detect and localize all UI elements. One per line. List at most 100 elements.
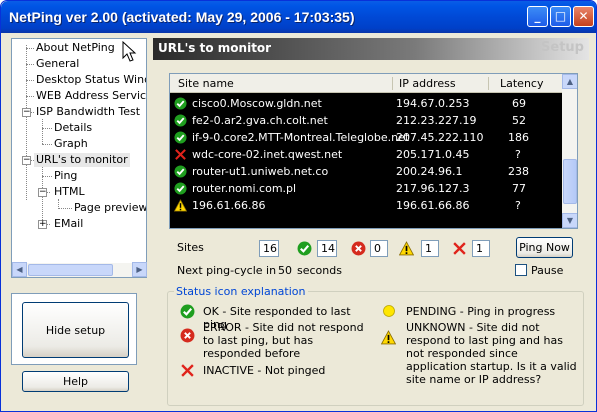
window-title: NetPing ver 2.00 (activated: May 29, 200… xyxy=(9,9,355,25)
panel-setup-label: Setup xyxy=(541,40,584,55)
table-row[interactable]: 196.61.66.86 196.61.66.86 ? xyxy=(170,197,562,214)
legend-unknown-text: UNKNOWN - Site did not respond to last p… xyxy=(406,321,577,386)
site-name: 196.61.66.86 xyxy=(192,199,266,212)
next-ping-value: 50 xyxy=(278,264,292,277)
ping-now-button[interactable]: Ping Now xyxy=(516,237,573,258)
tree-item-urls-to-monitor[interactable]: URL's to monitor xyxy=(34,153,130,167)
scroll-up-icon[interactable]: ▲ xyxy=(562,74,577,89)
sites-count: 16 xyxy=(259,240,279,257)
column-latency[interactable]: Latency xyxy=(500,77,543,90)
error-icon xyxy=(180,328,195,343)
unknown-count: 1 xyxy=(421,240,439,257)
tree-item-ping[interactable]: Ping xyxy=(54,169,77,183)
scroll-down-icon[interactable]: ▼ xyxy=(562,213,577,228)
ok-count: 14 xyxy=(317,240,337,257)
column-site-name[interactable]: Site name xyxy=(178,77,234,90)
ip-address: 196.61.66.86 xyxy=(396,199,470,212)
hide-setup-button[interactable]: Hide setup xyxy=(22,302,129,358)
site-name: router.nomi.com.pl xyxy=(192,182,297,195)
warning-icon xyxy=(399,241,414,256)
next-ping-label: Next ping-cycle in xyxy=(177,264,277,277)
error-count: 0 xyxy=(370,240,388,257)
title-bar[interactable]: NetPing ver 2.00 (activated: May 29, 200… xyxy=(1,1,596,33)
ok-icon xyxy=(174,114,187,127)
latency: 238 xyxy=(508,165,529,178)
ok-icon xyxy=(297,241,312,256)
site-name: cisco0.Moscow.gldn.net xyxy=(192,97,322,110)
tree-item-html[interactable]: HTML xyxy=(54,185,85,199)
site-name: router-ut1.uniweb.net.co xyxy=(192,165,329,178)
help-button[interactable]: Help xyxy=(22,371,129,392)
ip-address: 200.24.96.1 xyxy=(396,165,463,178)
tree-item-web-address[interactable]: WEB Address Service xyxy=(36,89,146,103)
table-row[interactable]: router.nomi.com.pl 217.96.127.3 77 xyxy=(170,180,562,197)
latency: 52 xyxy=(512,114,526,127)
table-row[interactable]: fe2-0.ar2.gva.ch.colt.net 212.23.227.19 … xyxy=(170,112,562,129)
legend-error-text: ERROR - Site did not respond to last pin… xyxy=(203,321,364,360)
latency: 69 xyxy=(512,97,526,110)
tree-item-desktop-status[interactable]: Desktop Status Window xyxy=(36,73,146,87)
warning-icon xyxy=(381,330,396,345)
tree-collapse-toggle[interactable]: − xyxy=(22,156,31,165)
inactive-x-icon xyxy=(175,149,186,160)
panel-title: URL's to monitor xyxy=(158,41,272,55)
ok-icon xyxy=(174,165,187,178)
ip-address: 217.96.127.3 xyxy=(396,182,470,195)
pending-icon xyxy=(383,305,395,317)
latency: ? xyxy=(515,148,521,161)
ok-icon xyxy=(180,304,195,319)
pause-label[interactable]: Pause xyxy=(531,264,563,277)
ip-address: 194.67.0.253 xyxy=(396,97,470,110)
column-ip-address[interactable]: IP address xyxy=(399,77,456,90)
warning-icon xyxy=(174,199,187,212)
minimize-button[interactable]: _ xyxy=(527,6,548,27)
inactive-x-icon xyxy=(453,242,466,255)
latency: ? xyxy=(515,199,521,212)
tree-item-isp-bandwidth[interactable]: ISP Bandwidth Test xyxy=(36,105,140,119)
tree-item-email[interactable]: EMail xyxy=(54,217,83,231)
tree-scroll-thumb[interactable] xyxy=(28,264,113,276)
tree-collapse-toggle[interactable]: − xyxy=(22,108,31,117)
table-row[interactable]: if-9-0.core2.MTT-Montreal.Teleglobe.net … xyxy=(170,129,562,146)
tree-item-general[interactable]: General xyxy=(36,57,79,71)
tree-item-details[interactable]: Details xyxy=(54,121,92,135)
legend-title: Status icon explanation xyxy=(174,285,308,298)
sites-label: Sites xyxy=(177,241,204,254)
tree-item-graph[interactable]: Graph xyxy=(54,137,88,151)
table-row[interactable]: router-ut1.uniweb.net.co 200.24.96.1 238 xyxy=(170,163,562,180)
netping-window: NetPing ver 2.00 (activated: May 29, 200… xyxy=(0,0,597,412)
latency: 186 xyxy=(508,131,529,144)
tree-collapse-toggle[interactable]: − xyxy=(38,188,47,197)
scroll-right-icon[interactable]: ▶ xyxy=(132,262,147,277)
panel-header: URL's to monitor Setup xyxy=(153,38,589,60)
mouse-cursor-icon xyxy=(122,41,137,62)
ok-icon xyxy=(174,182,187,195)
ip-address: 207.45.222.110 xyxy=(396,131,484,144)
inactive-x-icon xyxy=(181,364,194,377)
inactive-count: 1 xyxy=(472,240,490,257)
tree-item-about[interactable]: About NetPing xyxy=(36,41,115,55)
close-button[interactable]: ✕ xyxy=(573,6,594,27)
legend-pending-text: PENDING - Ping in progress xyxy=(406,305,556,318)
latency: 77 xyxy=(512,182,526,195)
list-vertical-scrollbar[interactable]: ▲ ▼ xyxy=(562,74,577,228)
error-icon xyxy=(351,241,366,256)
scroll-left-icon[interactable]: ◀ xyxy=(12,262,27,277)
site-name: fe2-0.ar2.gva.ch.colt.net xyxy=(192,114,328,127)
list-scroll-thumb[interactable] xyxy=(563,159,577,204)
site-name: if-9-0.core2.MTT-Montreal.Teleglobe.net xyxy=(192,131,410,144)
table-row[interactable]: wdc-core-02.inet.qwest.net 205.171.0.45 … xyxy=(170,146,562,163)
pause-checkbox[interactable] xyxy=(515,264,527,276)
ok-icon xyxy=(174,131,187,144)
tree-horizontal-scrollbar[interactable]: ◀ ▶ xyxy=(11,262,147,278)
ip-address: 212.23.227.19 xyxy=(396,114,477,127)
next-ping-unit: seconds xyxy=(297,264,342,277)
site-name: wdc-core-02.inet.qwest.net xyxy=(192,148,343,161)
tree-expand-toggle[interactable]: + xyxy=(38,220,47,229)
table-row[interactable]: cisco0.Moscow.gldn.net 194.67.0.253 69 xyxy=(170,95,562,112)
list-header: Site name IP address Latency xyxy=(170,74,562,93)
url-list[interactable]: Site name IP address Latency cisco0.Mosc… xyxy=(169,73,578,229)
settings-tree[interactable]: − − − + About NetPing General Desktop St… xyxy=(11,38,147,278)
maximize-button[interactable]: □ xyxy=(550,6,571,27)
tree-item-page-preview[interactable]: Page preview xyxy=(74,201,146,215)
